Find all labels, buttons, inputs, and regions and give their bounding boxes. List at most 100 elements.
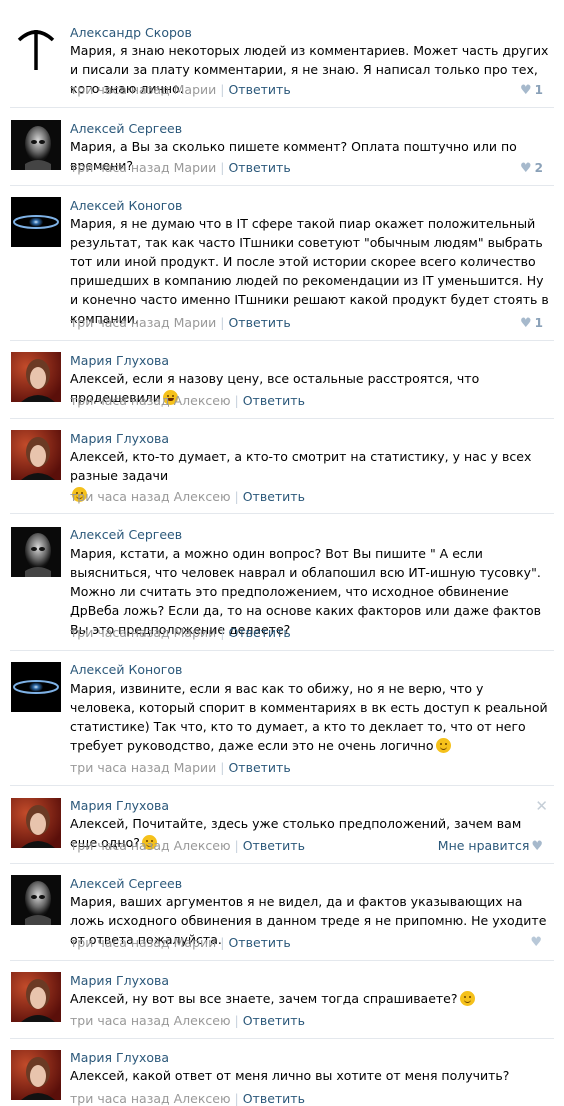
like-count: 2 bbox=[534, 161, 543, 175]
comment-author[interactable]: Алексей Сергеев bbox=[70, 876, 182, 891]
comment-text-content: Алексей, кто-то думает, а кто-то смотрит… bbox=[70, 449, 532, 483]
like-counter[interactable]: ♥ 1 bbox=[520, 316, 543, 331]
comment-author[interactable]: Алексей Сергеев bbox=[70, 121, 182, 136]
reply-button[interactable]: Ответить bbox=[228, 160, 290, 175]
meta-separator: | bbox=[220, 935, 225, 950]
comment-time[interactable]: три часа назад Марии bbox=[70, 625, 216, 640]
reply-button[interactable]: Ответить bbox=[228, 82, 290, 97]
comment-divider bbox=[10, 650, 554, 651]
avatar[interactable] bbox=[11, 875, 61, 925]
avatar[interactable] bbox=[11, 352, 61, 402]
comment-text: Мария, извините, если я вас как то обижу… bbox=[70, 679, 550, 755]
comment-author[interactable]: Мария Глухова bbox=[70, 973, 169, 988]
comment-meta: три часа назад Алексею | Ответить bbox=[70, 838, 305, 853]
comment-divider bbox=[10, 785, 554, 786]
comment-author[interactable]: Мария Глухова bbox=[70, 1050, 169, 1065]
like-count: 1 bbox=[534, 316, 543, 330]
wink-emoji-icon bbox=[459, 991, 475, 1006]
comment-text-content: Алексей, ну вот вы все знаете, зачем тог… bbox=[70, 991, 458, 1006]
comment-meta: три часа назад Марии | Ответить bbox=[70, 935, 291, 950]
reply-button[interactable]: Ответить bbox=[228, 935, 290, 950]
comment-time[interactable]: три часа назад Алексею bbox=[70, 1013, 231, 1028]
comment-meta: три часа назад Марии | Ответить bbox=[70, 160, 291, 175]
avatar[interactable] bbox=[11, 197, 61, 247]
comment-time[interactable]: три часа назад Алексею bbox=[70, 1091, 231, 1106]
comment-divider bbox=[10, 513, 554, 514]
heart-icon: ♥ bbox=[519, 316, 532, 331]
meta-separator: | bbox=[220, 315, 225, 330]
avatar[interactable] bbox=[11, 430, 61, 480]
meta-separator: | bbox=[234, 1091, 239, 1106]
heart-icon[interactable]: ♥ bbox=[530, 935, 542, 950]
like-count: 1 bbox=[534, 83, 543, 97]
reply-button[interactable]: Ответить bbox=[243, 1091, 305, 1106]
meta-separator: | bbox=[234, 838, 239, 853]
comment-meta: три часа назад Марии | Ответить bbox=[70, 760, 291, 775]
comment-divider bbox=[10, 418, 554, 419]
heart-icon: ♥ bbox=[519, 83, 532, 98]
meta-separator: | bbox=[220, 760, 225, 775]
comment-time[interactable]: три часа назад Марии bbox=[70, 82, 216, 97]
reply-button[interactable]: Ответить bbox=[243, 489, 305, 504]
comment-divider bbox=[10, 340, 554, 341]
comment-time[interactable]: три часа назад Алексею bbox=[70, 838, 231, 853]
comment-time[interactable]: три часа назад Алексею bbox=[70, 393, 231, 408]
comment-meta: три часа назад Алексею | Ответить bbox=[70, 1013, 305, 1028]
comment-text-content: Алексей, какой ответ от меня лично вы хо… bbox=[70, 1068, 510, 1083]
reply-button[interactable]: Ответить bbox=[243, 838, 305, 853]
meta-separator: | bbox=[220, 82, 225, 97]
comment-author[interactable]: Алексей Коногов bbox=[70, 198, 182, 213]
comment-text-content: Мария, извините, если я вас как то обижу… bbox=[70, 681, 548, 753]
comment-divider bbox=[10, 107, 554, 108]
close-icon[interactable]: ✕ bbox=[535, 797, 548, 815]
like-button-label: Мне нравится bbox=[437, 838, 530, 853]
comment-author[interactable]: Мария Глухова bbox=[70, 353, 169, 368]
comment-divider bbox=[10, 185, 554, 186]
comment-divider bbox=[10, 1038, 554, 1039]
comment-meta: три часа назад Алексею | Ответить bbox=[70, 1091, 305, 1106]
like-counter[interactable]: ♥ 2 bbox=[520, 161, 543, 176]
meta-separator: | bbox=[234, 489, 239, 504]
comment-author[interactable]: Александр Скоров bbox=[70, 25, 192, 40]
heart-icon: ♥ bbox=[531, 839, 543, 854]
avatar[interactable] bbox=[11, 662, 61, 712]
comment-text-content: Мария, кстати, а можно один вопрос? Вот … bbox=[70, 546, 542, 637]
comment-text: Алексей, какой ответ от меня лично вы хо… bbox=[70, 1066, 550, 1085]
avatar[interactable] bbox=[11, 972, 61, 1022]
comment-time[interactable]: три часа назад Марии bbox=[70, 935, 216, 950]
like-button[interactable]: Мне нравится ♥ bbox=[438, 838, 543, 854]
reply-button[interactable]: Ответить bbox=[243, 1013, 305, 1028]
comment-divider bbox=[10, 960, 554, 961]
like-counter[interactable]: ♥ 1 bbox=[520, 83, 543, 98]
comment-text-content: Мария, я не думаю что в IT сфере такой п… bbox=[70, 216, 549, 326]
comment-author[interactable]: Мария Глухова bbox=[70, 431, 169, 446]
reply-button[interactable]: Ответить bbox=[228, 760, 290, 775]
reply-button[interactable]: Ответить bbox=[243, 393, 305, 408]
comment-time[interactable]: три часа назад Марии bbox=[70, 315, 216, 330]
comment-meta: три часа назад Марии | Ответить bbox=[70, 315, 291, 330]
avatar[interactable] bbox=[11, 527, 61, 577]
meta-separator: | bbox=[220, 625, 225, 640]
meta-separator: | bbox=[234, 393, 239, 408]
comment-meta: три часа назад Алексею | Ответить bbox=[70, 393, 305, 408]
wink-emoji-icon bbox=[435, 738, 451, 753]
avatar[interactable] bbox=[11, 1050, 61, 1100]
comment-author[interactable]: Алексей Коногов bbox=[70, 662, 182, 677]
reply-button[interactable]: Ответить bbox=[228, 315, 290, 330]
comment-author[interactable]: Мария Глухова bbox=[70, 798, 169, 813]
comment-time[interactable]: три часа назад Марии bbox=[70, 760, 216, 775]
comment-text: Алексей, ну вот вы все знаете, зачем тог… bbox=[70, 989, 550, 1008]
comment-time[interactable]: три часа назад Марии bbox=[70, 160, 216, 175]
comment-meta: три часа назад Алексею | Ответить bbox=[70, 489, 305, 504]
comment-divider bbox=[10, 863, 554, 864]
avatar[interactable] bbox=[11, 22, 61, 72]
avatar[interactable] bbox=[11, 798, 61, 848]
reply-button[interactable]: Ответить bbox=[228, 625, 290, 640]
comment-time[interactable]: три часа назад Алексею bbox=[70, 489, 231, 504]
comment-author[interactable]: Алексей Сергеев bbox=[70, 527, 182, 542]
meta-separator: | bbox=[220, 160, 225, 175]
comment-text: Мария, я не думаю что в IT сфере такой п… bbox=[70, 214, 550, 328]
comment-meta: три часа назад Марии | Ответить bbox=[70, 82, 291, 97]
avatar[interactable] bbox=[11, 120, 61, 170]
comment-meta: три часа назад Марии | Ответить bbox=[70, 625, 291, 640]
